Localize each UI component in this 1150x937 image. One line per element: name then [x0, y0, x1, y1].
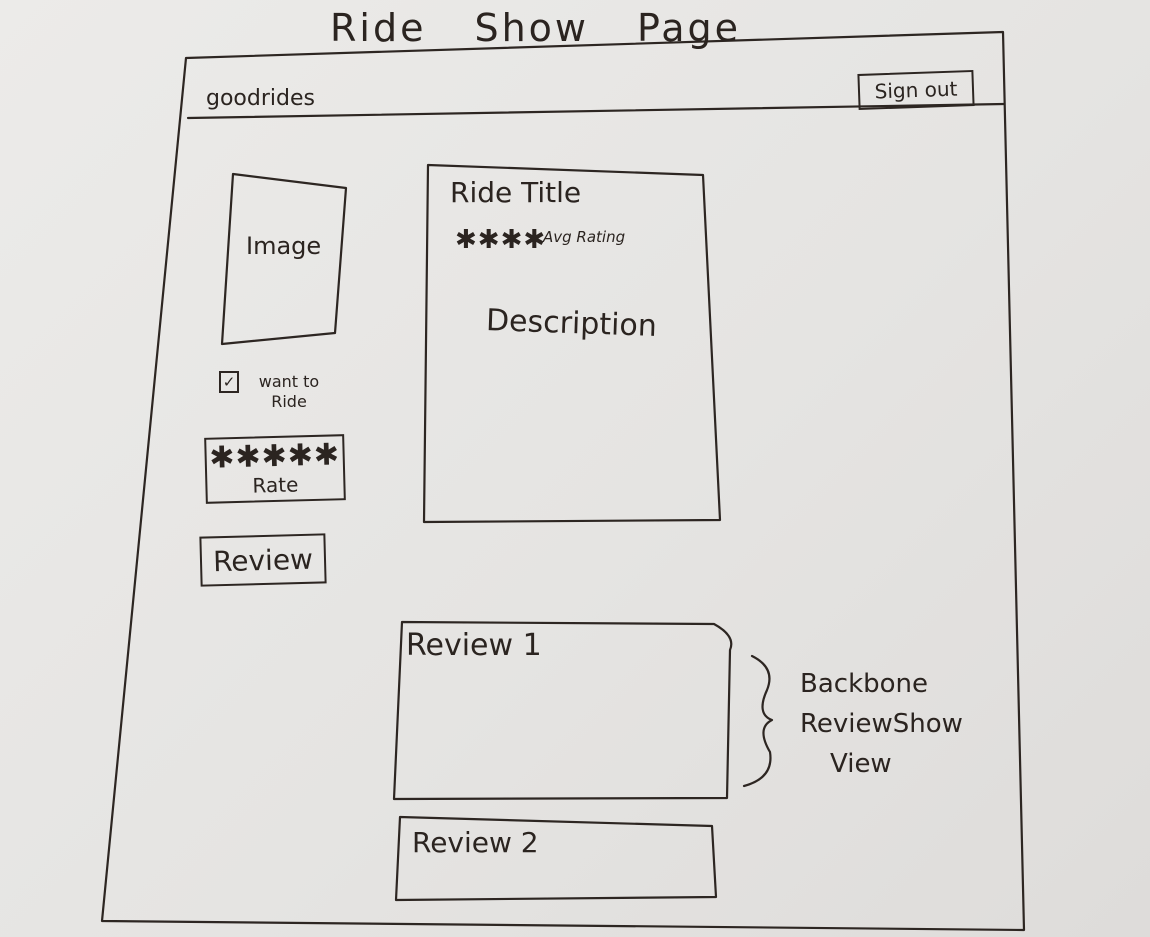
annotation-line-1: Backbone — [800, 669, 929, 699]
annotation-line-3: View — [830, 749, 892, 779]
want-to-ride-label: want to Ride — [258, 372, 320, 411]
sign-out-button[interactable]: Sign out — [857, 69, 975, 111]
annotation-brace — [742, 654, 774, 788]
rate-stars[interactable]: ✱✱✱✱✱ — [206, 437, 343, 476]
rate-label: Rate — [252, 472, 299, 498]
avg-rating-stars: ✱✱✱✱ — [455, 225, 547, 255]
page-title-word-1: Ride — [330, 6, 427, 50]
ride-description: Description — [485, 303, 658, 344]
brand-logo[interactable]: goodrides — [206, 86, 315, 111]
rate-widget[interactable]: ✱✱✱✱✱ Rate — [204, 434, 346, 504]
backbone-annotation: Backbone ReviewShow View — [800, 664, 980, 784]
wireframe-outlines — [100, 30, 1026, 932]
review-1-label: Review 1 — [406, 628, 542, 663]
page-title-word-2: Show — [474, 6, 590, 50]
want-to-ride-checkbox[interactable]: ✓ — [219, 371, 239, 393]
ride-title: Ride Title — [450, 176, 582, 209]
image-label: Image — [246, 232, 322, 260]
ride-info-card — [422, 163, 722, 524]
avg-rating-label: Avg Rating — [543, 228, 626, 246]
review-2-label: Review 2 — [412, 826, 539, 859]
page-title: Ride Show Page — [330, 6, 789, 50]
annotation-line-2: ReviewShow — [800, 709, 963, 739]
review-button[interactable]: Review — [199, 533, 327, 587]
page-title-word-3: Page — [637, 6, 742, 50]
